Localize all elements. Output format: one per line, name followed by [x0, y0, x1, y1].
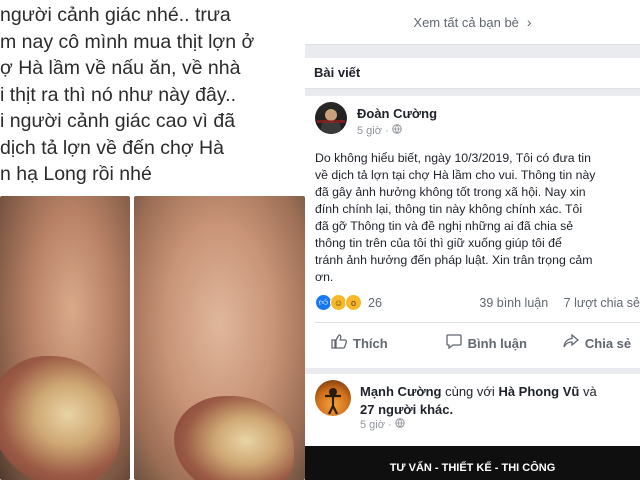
see-all-label: Xem tất cả bạn bè [413, 14, 519, 30]
wow-reaction-icon: o [345, 294, 362, 311]
comment-icon [446, 333, 462, 353]
post-line: ơn. [315, 270, 334, 284]
post2-header: Mạnh Cường cùng với Hà Phong Vũ và 27 ng… [360, 383, 597, 419]
news-image-panel: người cảnh giác nhé.. trưa m nay cô mình… [0, 0, 305, 480]
photo-hand-right [134, 196, 305, 480]
share-icon [563, 333, 579, 353]
caption-line: người cảnh giác nhé.. trưa [0, 4, 231, 26]
pork-piece [174, 396, 294, 480]
banner-text: TƯ VẤN - THIẾT KẾ - THI CÔNG [389, 462, 556, 474]
comment-button[interactable]: Bình luận [446, 333, 527, 353]
share-count[interactable]: 7 lượt chia sẻ [564, 296, 640, 310]
post-line: đã gây ảnh hưởng không tốt trong xã hội.… [315, 185, 586, 199]
post2-others[interactable]: 27 người khác. [360, 402, 453, 417]
caption-line: m nay cô mình mua thịt lợn ở [0, 30, 255, 53]
post2-and-text: và [579, 384, 597, 399]
comment-count[interactable]: 39 bình luận [479, 296, 548, 310]
like-button[interactable]: Thích [331, 333, 388, 353]
comment-label: Bình luận [467, 335, 527, 351]
pork-piece [0, 356, 120, 480]
facebook-screen: Xem tất cả bạn bè › Bài viết Đoàn Cường … [305, 0, 640, 480]
post-stats: 39 bình luận 7 lượt chia sẻ [479, 296, 640, 310]
post-meta: 5 giờ · [357, 124, 402, 137]
globe-icon [392, 124, 402, 137]
thumbs-up-icon [331, 333, 348, 353]
avatar[interactable] [315, 380, 351, 416]
share-button[interactable]: Chia sẻ [563, 333, 632, 353]
posts-section-title: Bài viết [305, 58, 640, 89]
post2-with-text: cùng với [441, 384, 499, 399]
like-label: Thích [353, 335, 388, 351]
post2-time: 5 giờ · [360, 419, 392, 431]
share-label: Chia sẻ [584, 335, 632, 351]
post2-tagged[interactable]: Hà Phong Vũ [498, 384, 579, 399]
caption-line: n hạ Long rồi nhé [0, 163, 152, 185]
caption-line: dịch tả lợn về đến chợ Hà [0, 136, 224, 159]
post-line: Do không hiểu biết, ngày 10/3/2019, Tôi … [315, 151, 591, 165]
post-line: về dịch tả lợn tại chợ Hà lầm cho vui. T… [315, 168, 596, 182]
caption-line: i thịt ra thì nó như này đây.. [0, 83, 236, 106]
chevron-right-icon: › [526, 14, 532, 30]
caption-text: người cảnh giác nhé.. trưa m nay cô mình… [0, 0, 305, 188]
post-card: Đoàn Cường 5 giờ · Do không hiểu biết, n… [305, 96, 640, 368]
post-line: đã gỡ Thông tin và đề nghị những ai đã c… [315, 219, 574, 233]
globe-icon [395, 418, 405, 431]
see-all-friends-link[interactable]: Xem tất cả bạn bè › [305, 0, 640, 45]
post-actions: Thích Bình luận Chia sẻ [315, 322, 640, 363]
post-body: Do không hiểu biết, ngày 10/3/2019, Tôi … [315, 150, 640, 286]
caption-line: i người cảnh giác cao vì đã [0, 110, 236, 132]
post-author[interactable]: Đoàn Cường [357, 106, 437, 121]
photo-hand-left [0, 196, 130, 480]
post2-meta: 5 giờ · [360, 418, 405, 431]
reaction-count: 26 [368, 295, 382, 310]
post-time: 5 giờ · [357, 125, 389, 137]
ad-banner: TƯ VẤN - THIẾT KẾ - THI CÔNG [305, 446, 640, 480]
post2-author[interactable]: Mạnh Cường [360, 384, 441, 399]
post-line: thông tin trên của tôi thì giữ xuống giú… [315, 236, 562, 250]
reactions-summary[interactable]: 👍︎ ☺ o 26 [315, 294, 382, 311]
post-line: đính chính lại, thông tin này không chín… [315, 202, 583, 216]
avatar[interactable] [315, 102, 347, 134]
post-line: tránh ảnh hưởng đến pháp luật. Xin trân … [315, 253, 593, 267]
caption-line: ợ Hà lầm về nấu ăn, về nhà [0, 57, 241, 79]
